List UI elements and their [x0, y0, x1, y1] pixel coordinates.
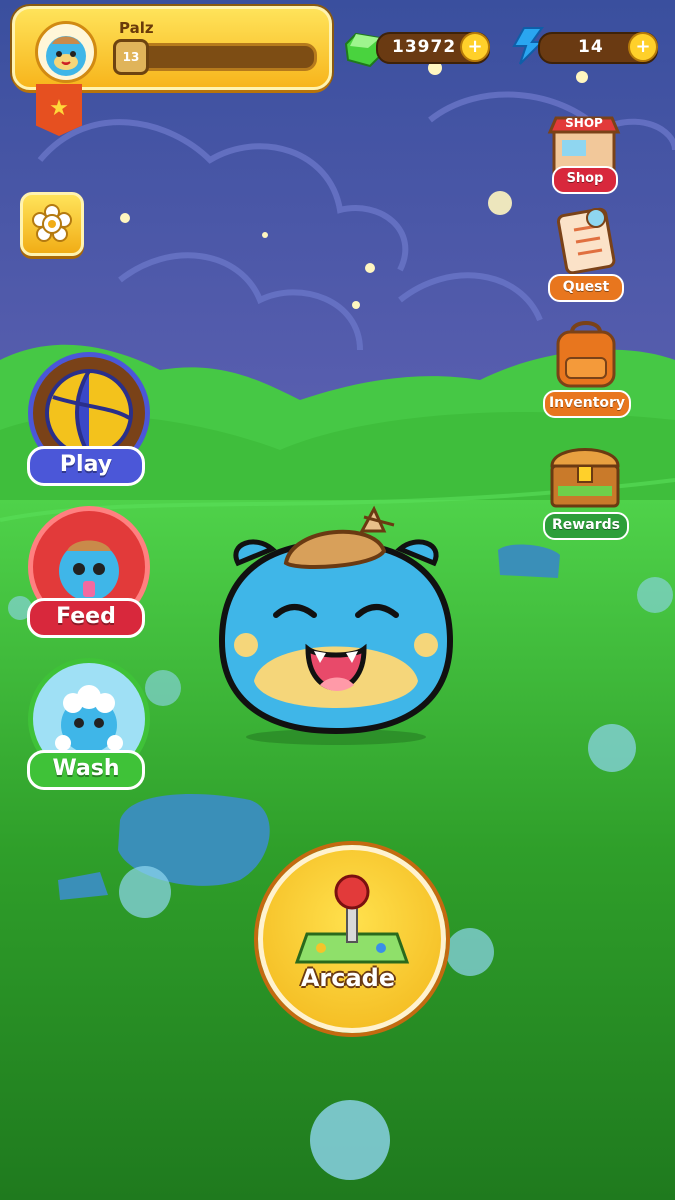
- settings-button[interactable]: [20, 192, 84, 256]
- rewards-button[interactable]: [546, 436, 624, 510]
- shop-label[interactable]: Shop: [552, 166, 618, 194]
- inventory-label[interactable]: Inventory: [543, 390, 631, 418]
- pet-hat: [283, 529, 387, 569]
- joystick-icon: [294, 874, 410, 964]
- level-badge: 13: [113, 39, 149, 75]
- quest-button[interactable]: [550, 204, 622, 275]
- inventory-button[interactable]: [548, 318, 624, 390]
- star-icon: ★: [49, 96, 69, 121]
- backpack-icon: [556, 321, 616, 388]
- play-label[interactable]: Play: [27, 446, 145, 486]
- gem-count: 13972: [392, 37, 457, 57]
- shop-sign: SHOP: [565, 116, 603, 130]
- player-name: Palz: [119, 19, 154, 37]
- arcade-label[interactable]: Arcade: [262, 964, 434, 992]
- add-gems-button[interactable]: +: [460, 32, 490, 62]
- shop-button[interactable]: SHOP: [546, 108, 622, 174]
- treasure-chest-icon: [550, 448, 620, 508]
- rewards-label[interactable]: Rewards: [543, 512, 629, 540]
- arcade-button[interactable]: [258, 845, 446, 1033]
- quest-scroll-icon: [556, 207, 616, 275]
- energy-count: 14: [578, 37, 604, 57]
- gear-icon: [32, 204, 72, 242]
- feed-label[interactable]: Feed: [27, 598, 145, 638]
- profile-panel[interactable]: Palz 13: [12, 6, 332, 90]
- pet-face-icon: [46, 36, 86, 76]
- pet-character[interactable]: [214, 505, 458, 745]
- rank-badge[interactable]: ★: [36, 84, 82, 136]
- pet-avatar[interactable]: [35, 21, 97, 83]
- quest-label[interactable]: Quest: [548, 274, 624, 302]
- wash-label[interactable]: Wash: [27, 750, 145, 790]
- add-energy-button[interactable]: +: [628, 32, 658, 62]
